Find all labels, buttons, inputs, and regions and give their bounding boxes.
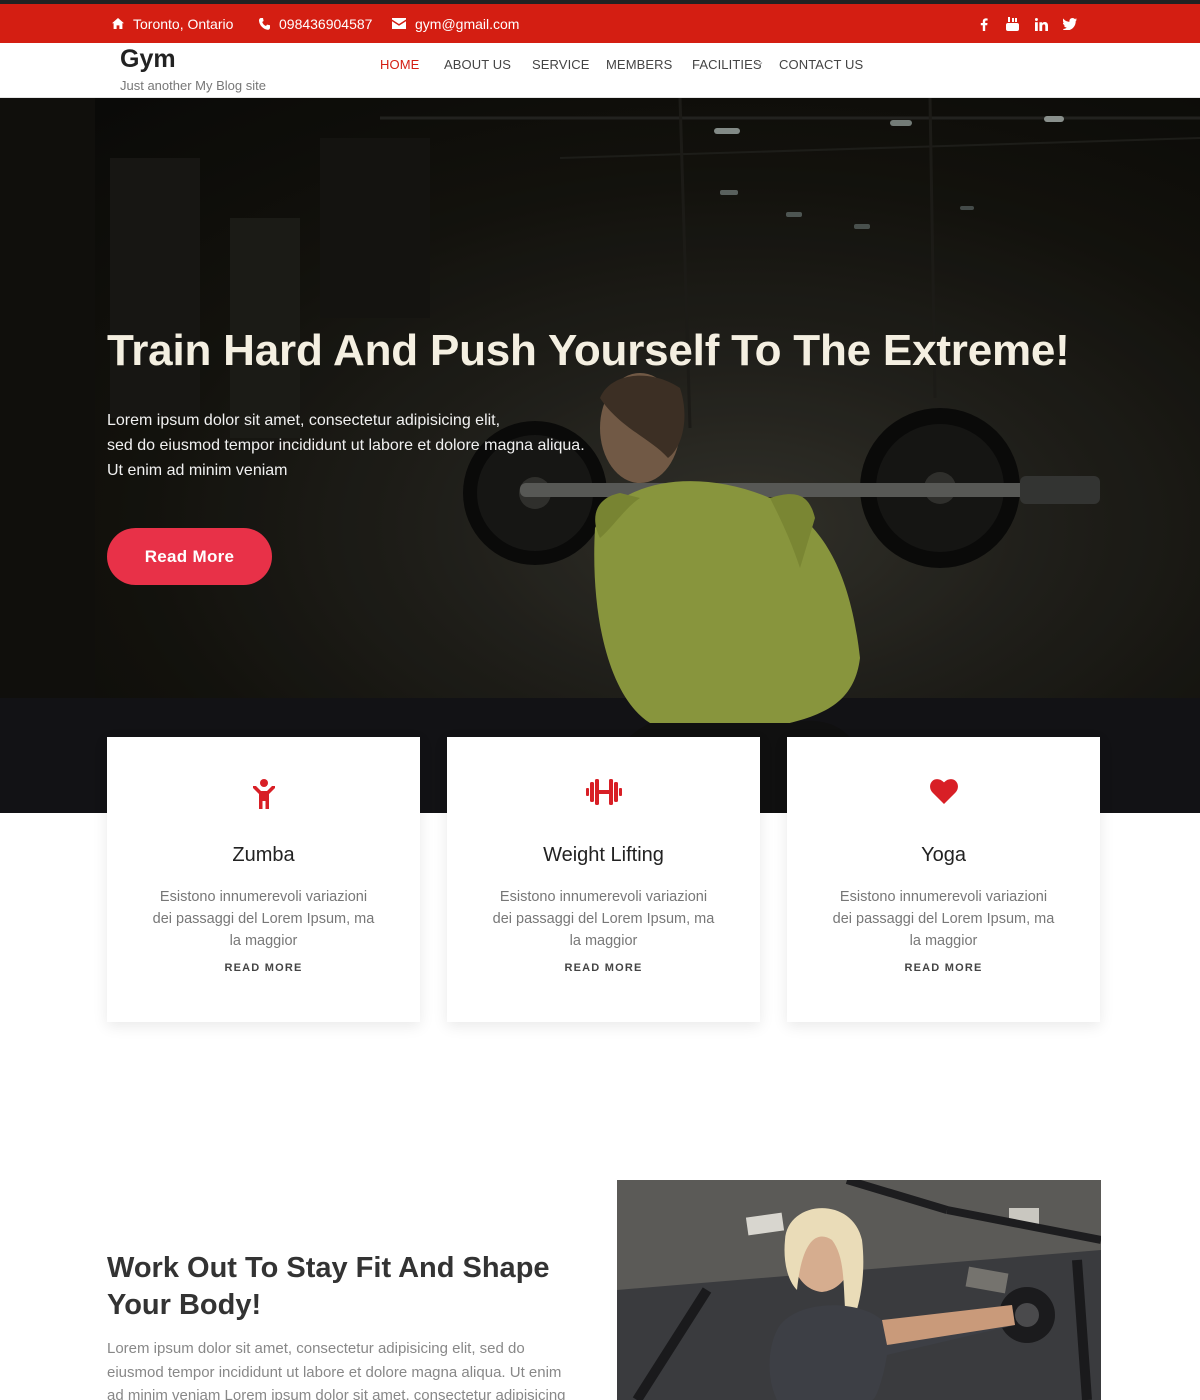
- card-description: Esistono innumerevoli variazioni dei pas…: [832, 889, 1055, 949]
- card-read-more-link[interactable]: READ MORE: [107, 962, 420, 974]
- about-image: [617, 1180, 1101, 1400]
- nav-about-us[interactable]: ABOUT US: [444, 57, 511, 72]
- email-text: gym@gmail.com: [415, 15, 520, 32]
- card-title: Zumba: [232, 844, 295, 866]
- location-text: Toronto, Ontario: [133, 15, 234, 32]
- card-title: Yoga: [921, 844, 966, 866]
- chevron-down-icon[interactable]: [755, 60, 763, 68]
- phone-icon: [259, 17, 270, 30]
- read-more-button[interactable]: Read More: [107, 528, 272, 585]
- nav-service[interactable]: SERVICE: [532, 57, 590, 72]
- person-icon: [252, 779, 275, 809]
- facebook-icon[interactable]: [976, 16, 992, 32]
- nav-home[interactable]: HOME: [380, 57, 419, 72]
- service-card-weight-lifting: Weight Lifting Esistono innumerevoli var…: [447, 737, 760, 1022]
- site-title[interactable]: Gym: [120, 45, 176, 74]
- hero-description: Lorem ipsum dolor sit amet, consectetur …: [107, 408, 585, 483]
- heart-icon: [929, 779, 958, 804]
- card-title: Weight Lifting: [543, 844, 664, 866]
- card-description: Esistono innumerevoli variazioni dei pas…: [492, 889, 715, 949]
- card-read-more-link[interactable]: READ MORE: [447, 962, 760, 974]
- hero-text-line: Ut enim ad minim veniam: [107, 462, 288, 479]
- service-card-yoga: Yoga Esistono innumerevoli variazioni de…: [787, 737, 1100, 1022]
- nav-contact-us[interactable]: CONTACT US: [779, 57, 863, 72]
- email-info[interactable]: gym@gmail.com: [392, 4, 519, 43]
- home-icon: [112, 18, 124, 29]
- youtube-icon[interactable]: [1004, 16, 1020, 32]
- about-title: Work Out To Stay Fit And Shape Your Body…: [107, 1252, 550, 1321]
- card-read-more-link[interactable]: READ MORE: [787, 962, 1100, 974]
- nav-facilities[interactable]: FACILITIES: [692, 57, 762, 72]
- hero-text-line: sed do eiusmod tempor incididunt ut labo…: [107, 437, 585, 454]
- site-tagline: Just another My Blog site: [120, 78, 266, 93]
- hero-title: Train Hard And Push Yourself To The Extr…: [107, 326, 1070, 375]
- twitter-icon[interactable]: [1062, 16, 1078, 32]
- nav-members[interactable]: MEMBERS: [606, 57, 672, 72]
- hero-text-line: Lorem ipsum dolor sit amet, consectetur …: [107, 412, 501, 429]
- location-info: Toronto, Ontario: [112, 4, 233, 43]
- service-card-zumba: Zumba Esistono innumerevoli variazioni d…: [107, 737, 420, 1022]
- hero-banner: Train Hard And Push Yourself To The Extr…: [0, 98, 1200, 813]
- about-text: Lorem ipsum dolor sit amet, consectetur …: [107, 1340, 566, 1400]
- top-bar: Toronto, Ontario 098436904587 gym@gmail.…: [0, 0, 1200, 43]
- linkedin-icon[interactable]: [1033, 16, 1049, 32]
- phone-text: 098436904587: [279, 15, 373, 32]
- phone-info[interactable]: 098436904587: [259, 4, 372, 43]
- card-description: Esistono innumerevoli variazioni dei pas…: [152, 889, 375, 949]
- dumbbell-icon: [585, 779, 622, 805]
- envelope-icon: [392, 18, 406, 29]
- site-header: Gym Just another My Blog site HOME ABOUT…: [0, 43, 1200, 98]
